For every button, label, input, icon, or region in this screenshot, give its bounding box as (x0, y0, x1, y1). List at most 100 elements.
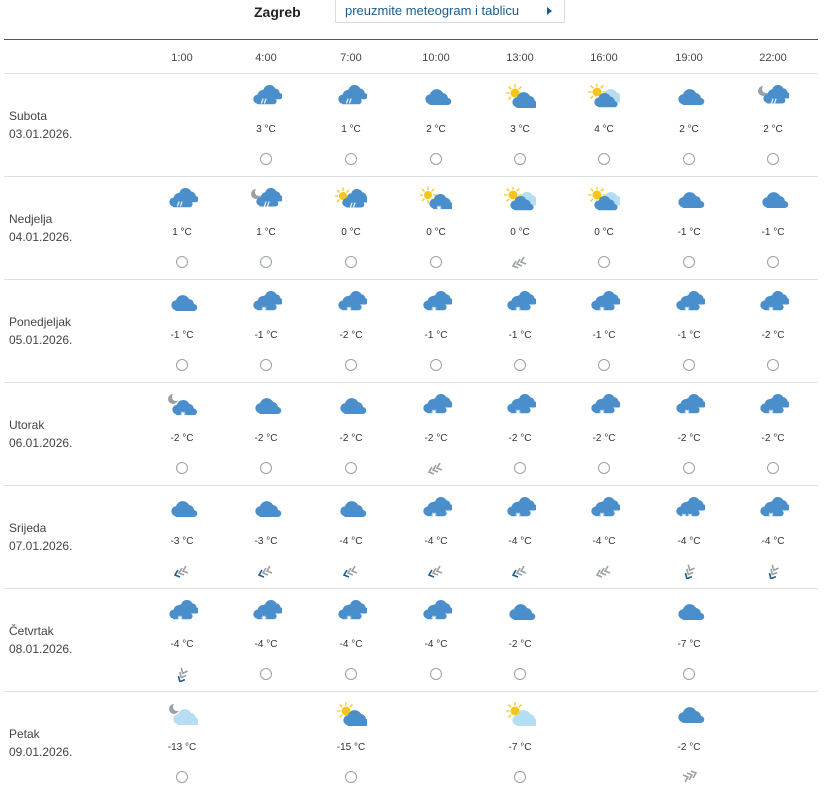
forecast-cell[interactable]: -7 °C (490, 692, 550, 789)
forecast-cell[interactable]: -4 °C (490, 486, 550, 589)
temperature: 3 °C (510, 124, 530, 135)
forecast-cell[interactable]: 0 °C (574, 177, 634, 280)
forecast-cell[interactable]: -4 °C (236, 589, 296, 692)
sun-cloud-icon (335, 701, 370, 728)
forecast-cell[interactable]: 3 °C (490, 74, 550, 177)
calm-icon (681, 460, 697, 476)
forecast-cell[interactable]: -4 °C (152, 589, 212, 692)
temperature: -4 °C (254, 639, 278, 650)
forecast-cell[interactable]: 1 °C (236, 177, 296, 280)
forecast-cell[interactable]: -2 °C (406, 383, 466, 486)
forecast-cell[interactable]: -4 °C (406, 486, 466, 589)
sun-clouds-icon (587, 82, 624, 110)
calm-icon (258, 357, 274, 373)
cloud-icon (335, 496, 367, 522)
clouds-snow-icon (588, 496, 622, 522)
forecast-cell[interactable]: -1 °C (743, 177, 803, 280)
forecast-cell[interactable]: 2 °C (406, 74, 466, 177)
forecast-cell[interactable]: -2 °C (490, 589, 550, 692)
day-label: Subota 03.01.2026. (9, 107, 72, 143)
forecast-cell[interactable]: 1 °C (152, 177, 212, 280)
calm-icon (174, 254, 190, 270)
forecast-cell[interactable]: -3 °C (236, 486, 296, 589)
forecast-cell[interactable]: -7 °C (659, 589, 719, 692)
forecast-cell[interactable]: -15 °C (321, 692, 381, 789)
forecast-cell[interactable]: 2 °C (659, 74, 719, 177)
calm-icon (512, 769, 528, 785)
cloud-rain-icon (166, 187, 199, 213)
temperature: -1 °C (677, 330, 701, 341)
forecast-cell[interactable]: 0 °C (490, 177, 550, 280)
hours-header: 1:00 4:00 7:00 10:00 13:00 16:00 19:00 22:00 (0, 52, 832, 72)
forecast-cell[interactable]: -4 °C (574, 486, 634, 589)
forecast-cell[interactable]: -1 °C (659, 280, 719, 383)
temperature: 4 °C (594, 124, 614, 135)
forecast-cell[interactable]: -2 °C (490, 383, 550, 486)
cloud-icon (673, 187, 705, 213)
forecast-cell[interactable]: -2 °C (321, 383, 381, 486)
calm-icon (174, 357, 190, 373)
calm-icon (512, 357, 528, 373)
forecast-cell[interactable]: -2 °C (743, 383, 803, 486)
forecast-cell[interactable]: -1 °C (406, 280, 466, 383)
forecast-cell[interactable]: -2 °C (321, 280, 381, 383)
day-name: Četvrtak (9, 624, 54, 638)
temperature: 2 °C (679, 124, 699, 135)
forecast-cell[interactable]: -13 °C (152, 692, 212, 789)
forecast-cell[interactable]: -4 °C (659, 486, 719, 589)
clouds-snow-icon (420, 290, 454, 316)
calm-icon (765, 151, 781, 167)
forecast-cell[interactable]: -2 °C (659, 692, 719, 789)
calm-icon (681, 357, 697, 373)
forecast-cell[interactable]: -1 °C (152, 280, 212, 383)
forecast-cell[interactable]: -2 °C (236, 383, 296, 486)
day-date: 08.01.2026. (9, 642, 73, 656)
temperature: -13 °C (167, 742, 197, 753)
forecast-cell[interactable]: -3 °C (152, 486, 212, 589)
temperature: -3 °C (254, 536, 278, 547)
forecast-cell[interactable]: 4 °C (574, 74, 634, 177)
forecast-cell[interactable]: -2 °C (743, 280, 803, 383)
forecast-cell[interactable]: -4 °C (406, 589, 466, 692)
temperature: -4 °C (592, 536, 616, 547)
calm-icon (596, 357, 612, 373)
forecast-cell[interactable]: -2 °C (659, 383, 719, 486)
forecast-cell[interactable]: -4 °C (743, 486, 803, 589)
forecast-cell[interactable]: -2 °C (574, 383, 634, 486)
clouds-snow-icon (673, 290, 707, 316)
clouds-snow-icon (757, 496, 791, 522)
calm-icon (174, 769, 190, 785)
temperature: -2 °C (508, 433, 532, 444)
sun-cloud-rain-icon (334, 187, 370, 213)
day-date: 04.01.2026. (9, 230, 73, 244)
forecast-cell[interactable]: -1 °C (659, 177, 719, 280)
forecast-cell[interactable]: 0 °C (321, 177, 381, 280)
temperature: -4 °C (170, 639, 194, 650)
forecast-cell[interactable]: -4 °C (321, 589, 381, 692)
day-name: Ponedjeljak (9, 315, 72, 329)
temperature: -3 °C (170, 536, 194, 547)
meteogram-download-button[interactable]: preuzmite meteogram i tablicu (335, 0, 565, 23)
meteogram-download-label: preuzmite meteogram i tablicu (345, 3, 520, 18)
day-row: Ponedjeljak 05.01.2026. -1 °C -1 °C -2 °C… (0, 280, 832, 383)
forecast-cell[interactable]: 0 °C (406, 177, 466, 280)
forecast-cell[interactable]: -1 °C (236, 280, 296, 383)
day-label: Ponedjeljak 05.01.2026. (9, 313, 72, 349)
forecast-cell[interactable]: 3 °C (236, 74, 296, 177)
forecast-cell[interactable]: -4 °C (321, 486, 381, 589)
calm-icon (258, 460, 274, 476)
clouds-snow-icon (166, 599, 200, 625)
forecast-cell[interactable]: -2 °C (152, 383, 212, 486)
clouds-snow-icon (420, 599, 454, 625)
day-name: Subota (9, 109, 48, 123)
day-name: Nedjelja (9, 212, 53, 226)
caret-right-icon (547, 7, 552, 15)
forecast-cell[interactable]: 1 °C (321, 74, 381, 177)
hour-label: 4:00 (255, 52, 277, 64)
forecast-cell[interactable]: 2 °C (743, 74, 803, 177)
forecast-cell[interactable]: -1 °C (574, 280, 634, 383)
wind-sw-blue-icon (257, 563, 274, 579)
temperature: -4 °C (424, 639, 448, 650)
temperature: -7 °C (508, 742, 532, 753)
forecast-cell[interactable]: -1 °C (490, 280, 550, 383)
